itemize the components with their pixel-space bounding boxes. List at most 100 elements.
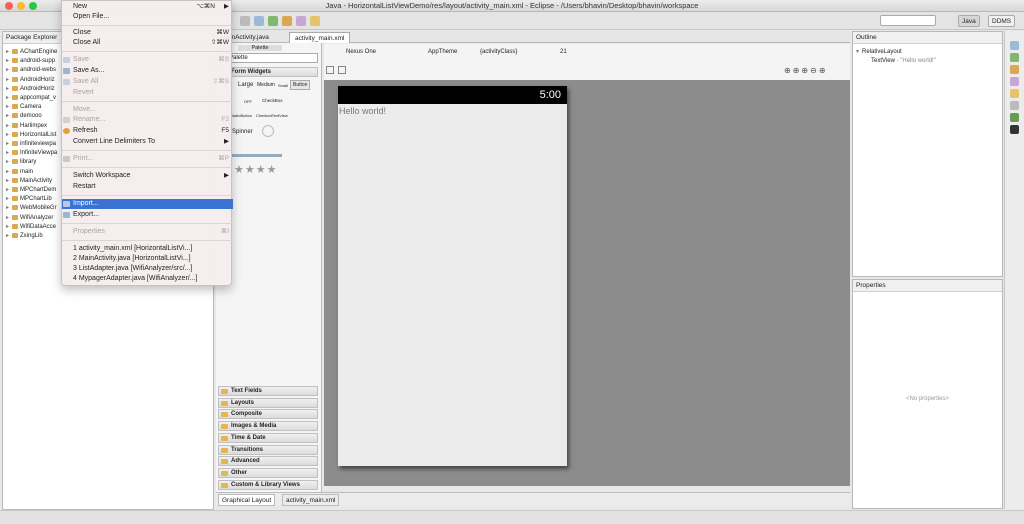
package-explorer-item[interactable]: ▸ android-supp <box>6 57 55 66</box>
ratingbar-icon[interactable]: ★★★★ <box>234 163 277 176</box>
package-explorer-item[interactable]: ▸ infiniteviewpa <box>6 140 56 149</box>
package-explorer-item[interactable]: ▸ Camera <box>6 103 41 112</box>
menu-revert[interactable]: Revert <box>62 88 233 98</box>
package-explorer-item[interactable]: ▸ AndroidHoriz <box>6 76 55 85</box>
api-dropdown[interactable]: 21 <box>560 49 567 55</box>
zoom-icons[interactable]: ⊕⊕⊕⊖⊕ <box>784 66 828 75</box>
perspective-java[interactable]: Java <box>958 15 980 27</box>
toolbar-icon[interactable] <box>282 16 292 26</box>
toolbar-icon[interactable] <box>1010 125 1019 134</box>
toolbar-icon[interactable] <box>1010 101 1019 110</box>
palette-group[interactable]: Text Fields <box>218 386 318 396</box>
menu-save-all[interactable]: Save All ⇧⌘S <box>62 77 233 87</box>
palette-group[interactable]: Advanced <box>218 456 318 467</box>
package-explorer-item[interactable]: ▸ MainActivity <box>6 177 52 186</box>
package-explorer-item[interactable]: ▸ MPChartDem <box>6 186 56 195</box>
package-explorer-item[interactable]: ▸ WifiAnalyzer <box>6 214 53 223</box>
toolbar-icon[interactable] <box>1010 65 1019 74</box>
package-explorer-item[interactable]: ▸ Harlimpex <box>6 122 47 131</box>
package-explorer-item[interactable]: ▸ WifiDataAcce <box>6 223 56 232</box>
package-explorer-item[interactable]: ▸ AndroidHoriz <box>6 85 55 94</box>
outline-textview[interactable]: TextView - "Hello world!" <box>871 57 936 66</box>
menu-recent-4[interactable]: 4 MypagerAdapter.java [WifiAnalyzer/...] <box>62 274 233 284</box>
menu-export-label: Export... <box>73 211 100 218</box>
widget-toggle[interactable]: OFF <box>244 99 252 104</box>
package-explorer-item[interactable]: ▸ WebMobileGr <box>6 204 57 213</box>
menu-import[interactable]: Import... <box>62 199 233 209</box>
toolbar-icon[interactable] <box>254 16 264 26</box>
menu-recent-1[interactable]: 1 activity_main.xml [HorizontalListVi...… <box>62 244 233 254</box>
widget-large[interactable]: Large <box>238 82 253 88</box>
menu-new[interactable]: New ⌥⌘N ▶ <box>62 2 233 12</box>
toolbar-icon[interactable] <box>1010 113 1019 122</box>
menu-switch-workspace[interactable]: Switch Workspace ▶ <box>62 171 233 181</box>
activity-dropdown[interactable]: {activityClass} <box>480 49 517 55</box>
tab-graphical-layout[interactable]: Graphical Layout <box>218 494 276 506</box>
menu-convert-line-delimiters[interactable]: Convert Line Delimiters To ▶ <box>62 137 233 147</box>
package-explorer-item[interactable]: ▸ library <box>6 158 36 167</box>
palette-group[interactable]: Layouts <box>218 397 318 408</box>
palette-group[interactable]: Custom & Library Views <box>218 479 318 490</box>
palette-group[interactable]: Other <box>218 467 318 478</box>
package-explorer-item[interactable]: ▸ demooo <box>6 112 42 121</box>
package-explorer-item[interactable]: ▸ appcompat_v <box>6 94 56 103</box>
menu-restart[interactable]: Restart <box>62 182 233 192</box>
widget-checkbox[interactable]: CheckBox <box>262 98 283 103</box>
seekbar-icon[interactable] <box>232 154 282 157</box>
toolbar-icon[interactable] <box>1010 53 1019 62</box>
package-explorer-item[interactable]: ▸ HorizontalList <box>6 131 56 140</box>
menu-rename[interactable]: Rename... F2 <box>62 115 233 125</box>
toolbar-icon[interactable] <box>310 16 320 26</box>
package-explorer-item[interactable]: ▸ MPChartLib <box>6 195 52 204</box>
menu-move[interactable]: Move... <box>62 105 233 115</box>
device-dropdown[interactable]: Nexus One <box>346 49 376 55</box>
menu-print[interactable]: Print... ⌘P <box>62 154 233 164</box>
theme-dropdown[interactable]: AppTheme <box>428 49 457 55</box>
package-explorer-item[interactable]: ▸ android-webs <box>6 66 56 75</box>
progress-icon[interactable] <box>262 125 274 137</box>
layout-canvas[interactable]: 5:00 Hello world! <box>324 80 850 486</box>
palette-group-form-widgets[interactable]: Form Widgets <box>218 67 318 77</box>
package-explorer-item[interactable]: ▸ AChartEngine <box>6 48 57 57</box>
menu-refresh[interactable]: Refresh F5 <box>62 126 233 136</box>
run-icon[interactable] <box>268 16 278 26</box>
palette-group[interactable]: Composite <box>218 409 318 420</box>
menu-save-label: Save <box>73 56 89 63</box>
package-explorer-item[interactable]: ▸ ZxingLib <box>6 232 43 241</box>
package-explorer-item[interactable]: ▸ main <box>6 168 33 177</box>
menu-close-all[interactable]: Close All ⇧⌘W <box>62 38 233 48</box>
toolbar-icon[interactable] <box>240 16 250 26</box>
tab-activity-main[interactable]: activity_main.xml <box>289 32 351 43</box>
outline-relativelayout[interactable]: ▾ RelativeLayout <box>856 48 902 57</box>
menu-recent-2[interactable]: 2 MainActivity.java [HorizontalListVi...… <box>62 254 233 264</box>
widget-small[interactable]: Small <box>278 83 288 88</box>
quick-access-input[interactable] <box>880 15 936 26</box>
perspective-ddms[interactable]: DDMS <box>988 15 1016 27</box>
menu-open-file[interactable]: Open File... <box>62 12 233 22</box>
toolbar-icon[interactable] <box>1010 89 1019 98</box>
fit-width-icon[interactable] <box>326 66 334 74</box>
widget-checkedtextview[interactable]: CheckedTextView <box>256 113 288 118</box>
palette-select[interactable]: Palette <box>218 53 318 63</box>
toolbar-icon[interactable] <box>296 16 306 26</box>
menu-recent-3[interactable]: 3 ListAdapter.java [WifiAnalyzer/src/...… <box>62 264 233 274</box>
widget-medium[interactable]: Medium <box>257 82 275 88</box>
tab-xml-source[interactable]: activity_main.xml <box>282 494 340 506</box>
widget-button[interactable]: Button <box>290 80 311 90</box>
palette-group[interactable]: Images & Media <box>218 421 318 432</box>
hello-textview[interactable]: Hello world! <box>339 106 386 116</box>
widget-radiobutton[interactable]: RadioButton <box>230 113 252 118</box>
menu-save[interactable]: Save ⌘S <box>62 55 233 65</box>
menu-save-as[interactable]: Save As... <box>62 66 233 76</box>
menu-export[interactable]: Export... <box>62 210 233 220</box>
fit-height-icon[interactable] <box>338 66 346 74</box>
widget-spinner[interactable]: Spinner <box>232 129 253 135</box>
toolbar-icon[interactable] <box>1010 41 1019 50</box>
palette-group[interactable]: Transitions <box>218 444 318 455</box>
package-explorer-item[interactable]: ▸ InfiniteViewpa <box>6 149 57 158</box>
menu-properties[interactable]: Properties ⌘I <box>62 227 233 237</box>
toolbar-icon[interactable] <box>1010 77 1019 86</box>
menu-close[interactable]: Close ⌘W <box>62 28 233 38</box>
editor-bottom-tabs: Graphical Layout activity_main.xml <box>216 492 850 506</box>
palette-group[interactable]: Time & Date <box>218 432 318 443</box>
